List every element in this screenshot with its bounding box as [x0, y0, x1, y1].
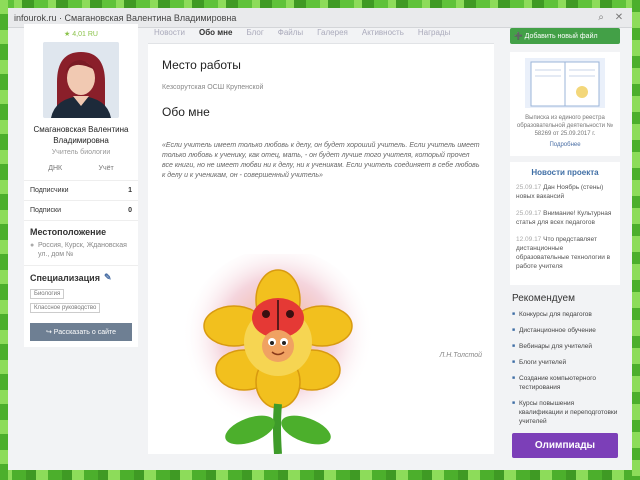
rec-link[interactable]: Конкурсы для педагогов	[512, 310, 618, 319]
project-news: Новости проекта 25.09.17 Дан Ноябрь (сте…	[510, 162, 620, 285]
profile-stats: ДНК Учёт	[30, 165, 132, 172]
rec-link[interactable]: Вебинары для учителей	[512, 342, 618, 351]
profile-tabs: Новости Обо мне Блог Файлы Галерея Актив…	[148, 24, 494, 44]
location-text: Россия, Курск, Ждановская ул., дом №	[38, 242, 127, 258]
about-content: Место работы Кезсорутская ОСШ Крупенской…	[148, 44, 494, 454]
rec-link[interactable]: Блоги учителей	[512, 358, 618, 367]
subscribers-count: 1	[128, 187, 132, 194]
news-date: 25.09.17	[516, 210, 542, 217]
rating-badge: ★ 4,01 RU	[64, 31, 98, 38]
rec-link[interactable]: Курсы повышения квалификации и переподго…	[512, 399, 618, 426]
ladybug-flower-image	[182, 254, 374, 454]
subscriptions-row[interactable]: Подписки 0	[24, 200, 138, 220]
share-site-button[interactable]: ↪ Рассказать о сайте	[30, 323, 132, 341]
news-item[interactable]: 12.09.17 Что представляет дистанционные …	[516, 235, 614, 271]
about-title: Обо мне	[162, 105, 210, 119]
location-title: Местоположение	[30, 227, 107, 237]
avatar[interactable]	[43, 42, 119, 118]
url-text[interactable]: infourok.ru · Смагановская Валентина Вла…	[14, 13, 590, 23]
profile-role: Учитель биологии	[51, 149, 111, 156]
spec-tag[interactable]: Классное руководство	[30, 303, 101, 313]
decorative-frame-right	[632, 0, 640, 480]
subscriptions-label: Подписки	[30, 207, 62, 214]
stat-item[interactable]: ДНК	[48, 165, 62, 172]
subscribers-label: Подписчики	[30, 187, 69, 194]
close-icon[interactable]: ✕	[612, 12, 626, 23]
about-quote: «Если учитель имеет только любовь к делу…	[162, 142, 480, 179]
specialization-title: Специализация	[30, 272, 100, 283]
rec-link[interactable]: Создание компьютерного тестирования	[512, 374, 618, 392]
license-details-link[interactable]: Подробнее	[516, 142, 614, 148]
organization-text: Кезсорутская ОСШ Крупенской	[162, 84, 264, 91]
certificate-image	[525, 58, 605, 108]
tab-blog[interactable]: Блог	[246, 28, 263, 37]
tab-activity[interactable]: Активность	[362, 28, 404, 37]
work-title: Место работы	[162, 58, 241, 72]
profile-name: Смагановская Валентина Владимировна	[33, 125, 129, 145]
stat-item[interactable]: Учёт	[99, 165, 114, 172]
news-date: 12.09.17	[516, 236, 542, 243]
news-item[interactable]: 25.09.17 Внимание! Культурная статья для…	[516, 209, 614, 227]
profile-card: ★ 4,01 RU Смагановская Валентина Владими…	[24, 24, 138, 180]
map-pin-icon: ●	[30, 242, 35, 249]
news-date: 25.09.17	[516, 184, 542, 191]
subscriptions-count: 0	[128, 207, 132, 214]
main-column: Новости Обо мне Блог Файлы Галерея Актив…	[148, 24, 494, 454]
decorative-frame-bottom	[0, 470, 640, 480]
spec-tag[interactable]: Биология	[30, 289, 65, 299]
add-file-button[interactable]: ➕ Добавить новый файл	[510, 28, 620, 44]
subscribers-row[interactable]: Подписчики 1	[24, 180, 138, 200]
license-card[interactable]: Выписка из единого реестра образовательн…	[510, 52, 620, 156]
tab-about[interactable]: Обо мне	[199, 28, 232, 37]
plus-icon: ➕	[514, 33, 525, 40]
olympiad-banner[interactable]: Олимпиады	[512, 433, 618, 458]
search-icon[interactable]: ⌕	[594, 12, 608, 23]
rec-link[interactable]: Дистанционное обучение	[512, 326, 618, 335]
share-icon: ↪	[45, 329, 54, 336]
tab-gallery[interactable]: Галерея	[317, 28, 348, 37]
profile-sidebar: ★ 4,01 RU Смагановская Валентина Владими…	[24, 24, 138, 347]
recs-title: Рекомендуем	[512, 293, 575, 304]
recommendations: Рекомендуем Конкурсы для педагогов Диста…	[510, 293, 620, 458]
location-section: Местоположение ● Россия, Курск, Ждановск…	[24, 220, 138, 265]
specialization-section: Специализация ✎ Биология Классное руково…	[24, 265, 138, 347]
news-item[interactable]: 25.09.17 Дан Ноябрь (стены) новых ваканс…	[516, 183, 614, 201]
tab-files[interactable]: Файлы	[278, 28, 303, 37]
quote-signature: Л.Н.Толстой	[439, 352, 482, 359]
edit-icon[interactable]: ✎	[104, 272, 112, 283]
tab-awards[interactable]: Награды	[418, 28, 450, 37]
right-column: ➕ Добавить новый файл Выписка из единого…	[510, 28, 620, 458]
license-text: Выписка из единого реестра образовательн…	[516, 115, 614, 137]
news-title[interactable]: Новости проекта	[516, 168, 614, 177]
tab-news[interactable]: Новости	[154, 28, 185, 37]
decorative-frame-left	[0, 0, 8, 480]
